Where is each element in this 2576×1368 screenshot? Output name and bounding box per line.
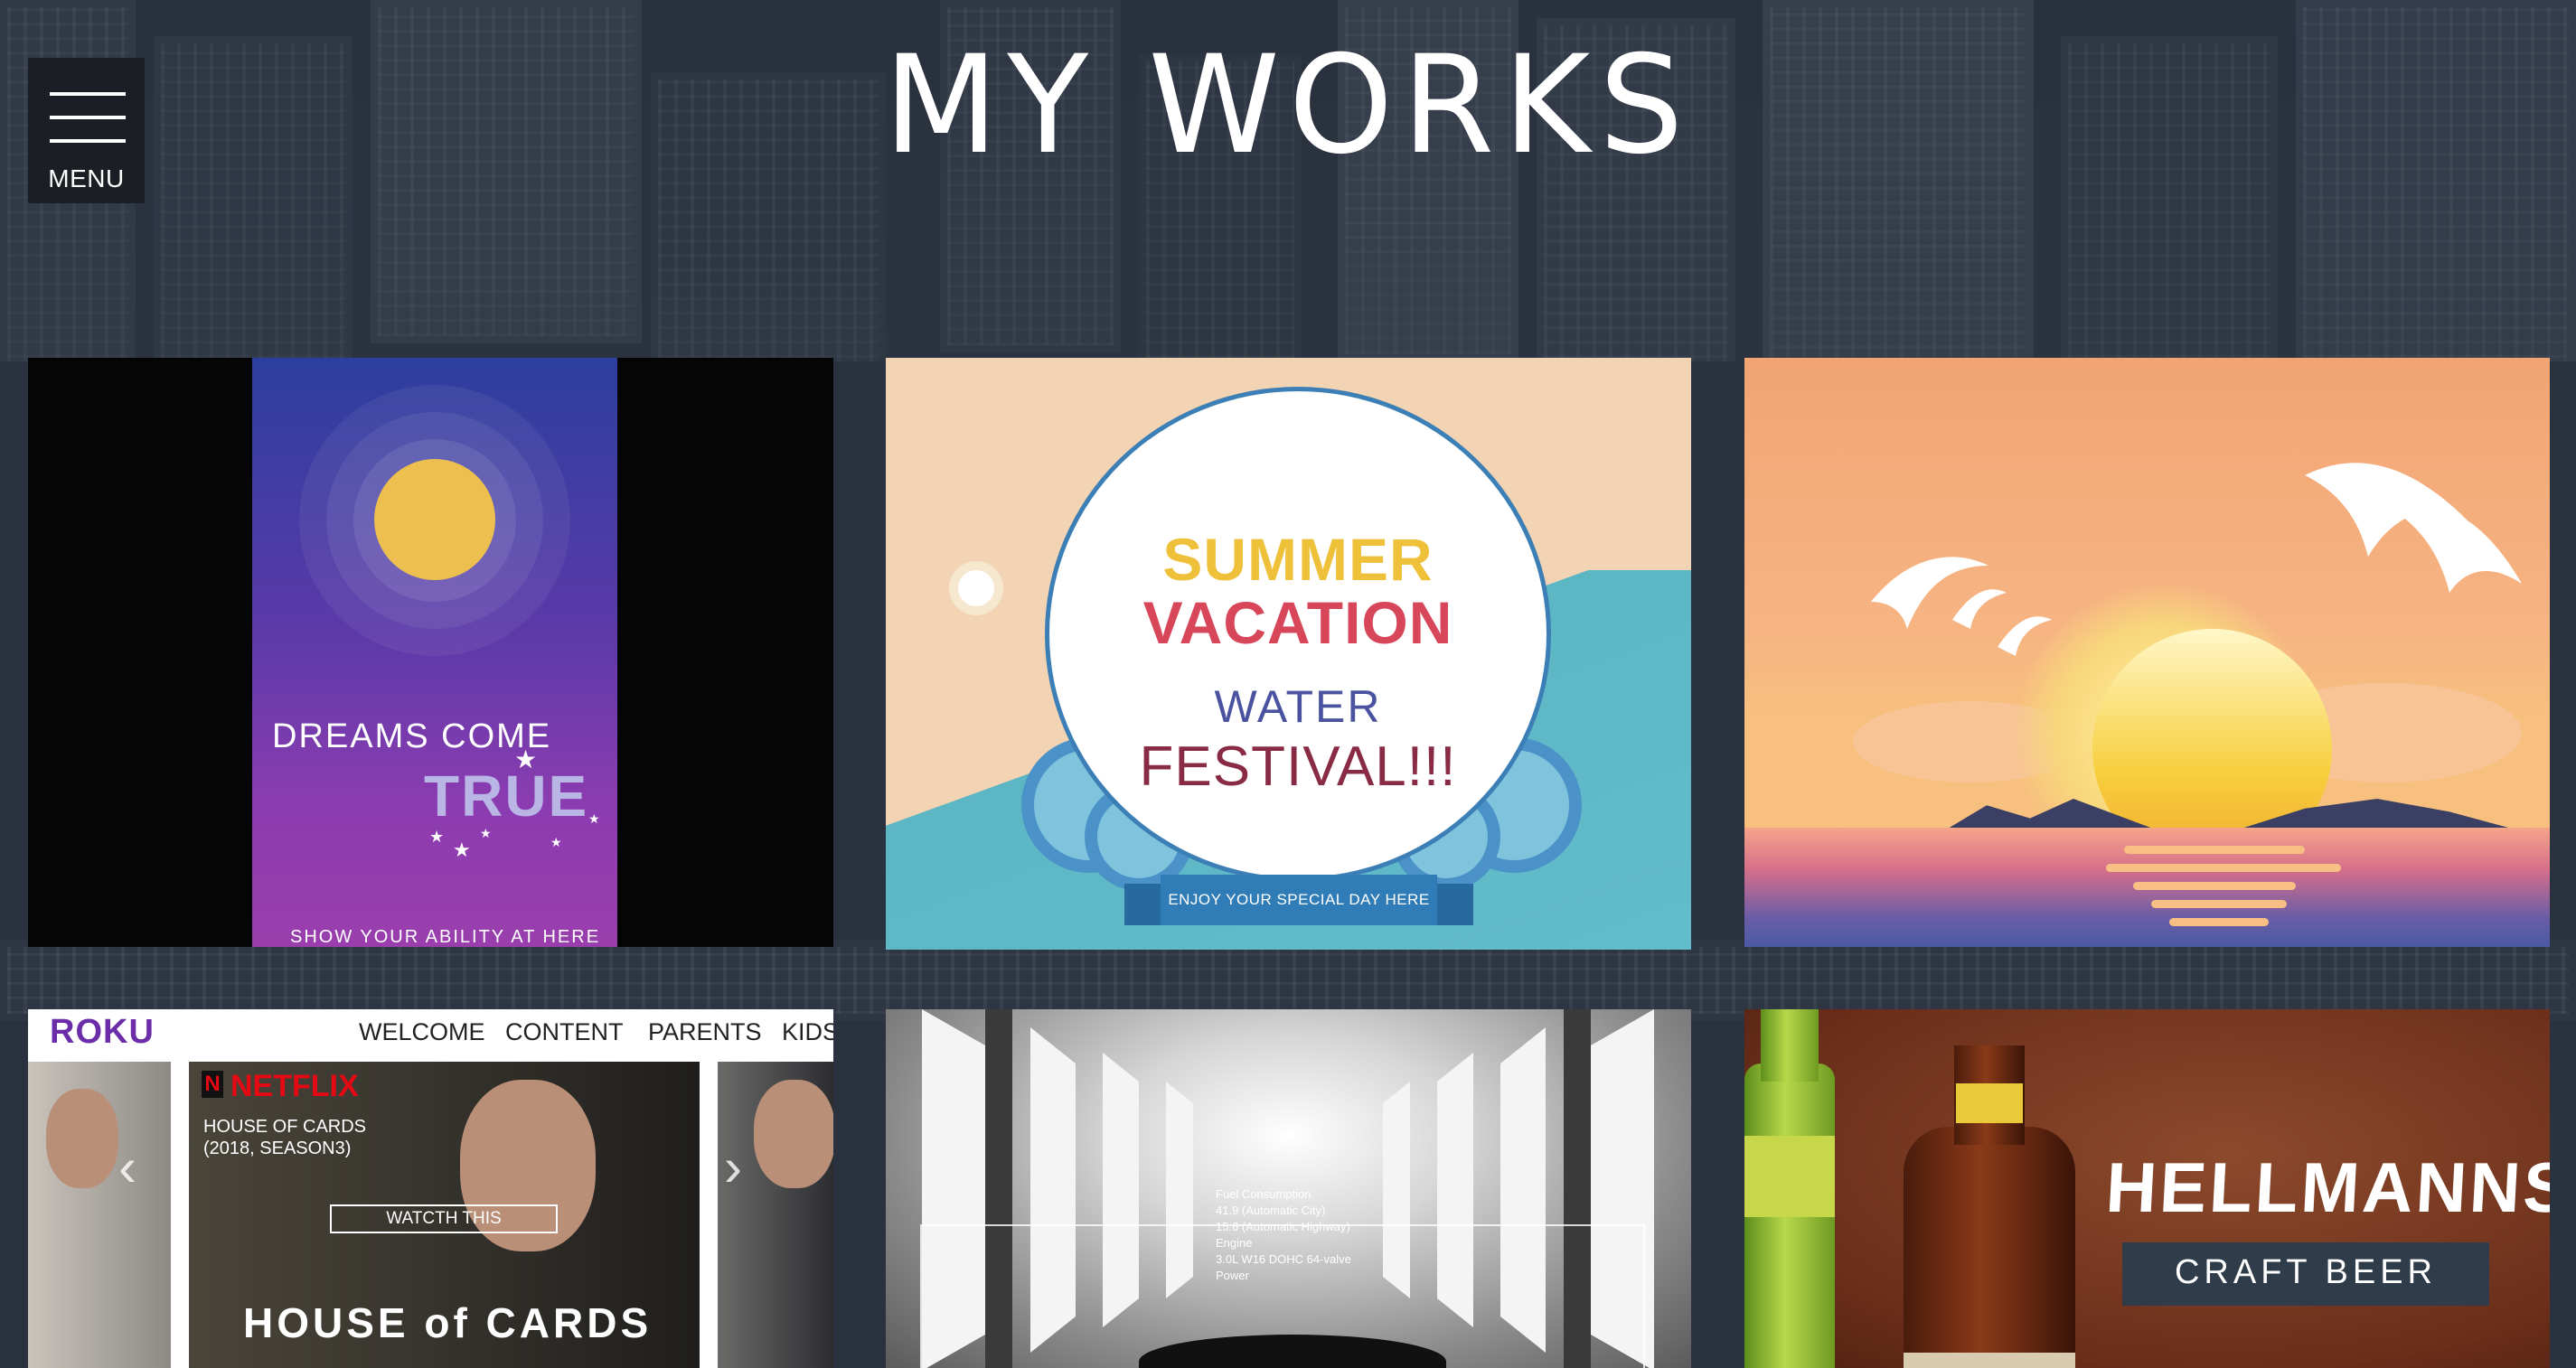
star-icon: ★ [588,811,600,826]
star-icon: ★ [429,828,445,846]
sun-icon [949,561,1003,615]
hellmanns-logo: HELLMANNS [2103,1148,2550,1227]
star-icon: ★ [453,839,471,861]
netflix-logo: NETFLIX [230,1069,359,1103]
dreams-poster: DREAMS COME TRUE ★ ★ ★ ★ ★ ★ SHOW YOUR A… [252,358,617,947]
festival-ribbon: ENJOY YOUR SPECIAL DAY HERE [1161,875,1437,925]
chevron-right-icon: › [724,1137,742,1197]
work-tile-sunset[interactable] [1744,358,2550,947]
page-title: MY WORKS [883,27,1693,184]
star-icon: ★ [514,745,538,773]
work-tile-tunnel[interactable]: Fuel Consumption 41.9 (Automatic City) 1… [886,1009,1691,1368]
brown-bottle [1904,1127,2075,1368]
netflix-hero: N NETFLIX HOUSE OF CARDS (2018, SEASON3)… [189,1062,700,1368]
vacation-text: VACATION [1142,589,1453,656]
summer-text: SUMMER [1162,526,1434,593]
house-of-cards-logo: HOUSE of CARDS [243,1299,653,1346]
water-text: WATER [1214,681,1382,732]
netflix-n-icon: N [202,1071,223,1098]
birds-icon [1871,463,2522,656]
side-thumbnail [28,1062,171,1368]
nav-item-content: CONTENT [505,1018,624,1045]
nav-item-parents: PARENTS [648,1018,762,1045]
watch-button: WATCTH THIS [330,1204,558,1233]
festival-text: FESTIVAL!!! [1139,736,1457,798]
show-info: HOUSE OF CARDS (2018, SEASON3) [203,1117,367,1158]
festival-badge: SUMMER VACATION WATER FESTIVAL!!! [1045,387,1551,882]
roku-logo: ROKU [50,1013,155,1051]
side-thumbnail [718,1062,833,1368]
star-icon: ★ [550,835,562,849]
nav-item-kids: KIDS [782,1018,833,1045]
poster-headline: DREAMS COME [272,717,552,755]
work-tile-roku[interactable]: ROKU WELCOME CONTENT PARENTS KIDS N NETF… [28,1009,833,1368]
craft-beer-banner: CRAFT BEER [2122,1242,2489,1306]
work-tile-summer[interactable]: SUMMER VACATION WATER FESTIVAL!!! ENJOY … [886,358,1691,950]
chevron-left-icon: ‹ [118,1137,136,1197]
work-tile-beer[interactable]: HELLMANNS CRAFT BEER [1744,1009,2550,1368]
poster-footer: SHOW YOUR ABILITY AT HERE [290,927,601,947]
star-icon: ★ [480,826,492,840]
nav-item-welcome: WELCOME [359,1018,485,1045]
roku-navbar: ROKU WELCOME CONTENT PARENTS KIDS [28,1009,833,1062]
craft-beer-text: CRAFT BEER [2174,1253,2437,1291]
poster-highlight: TRUE [424,764,589,829]
moon-icon [374,459,495,580]
work-tile-dreams[interactable]: DREAMS COME TRUE ★ ★ ★ ★ ★ ★ SHOW YOUR A… [28,358,833,947]
